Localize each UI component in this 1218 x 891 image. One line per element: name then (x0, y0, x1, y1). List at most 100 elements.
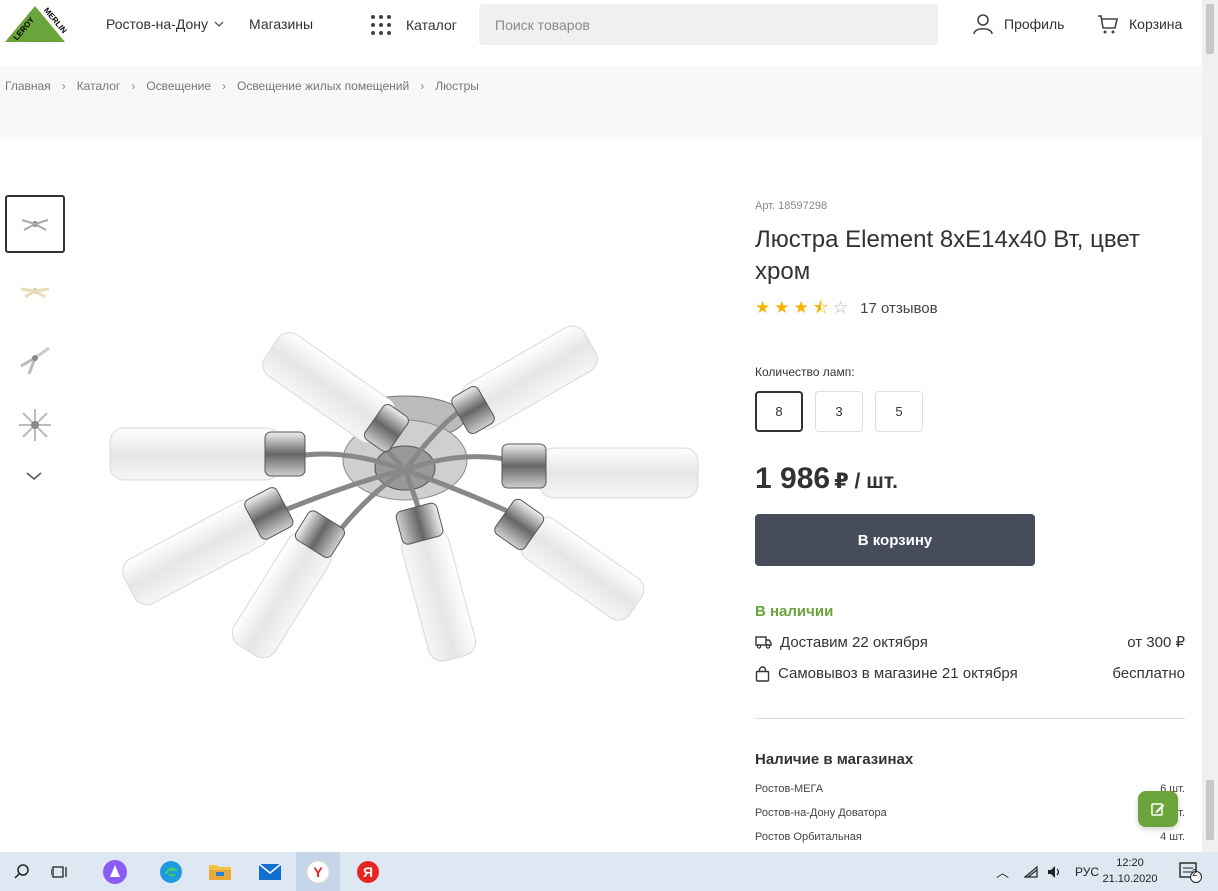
shops-link[interactable]: Магазины (249, 16, 313, 32)
lamps-count-label: Количество ламп: (755, 365, 855, 379)
add-to-cart-button[interactable]: В корзину (755, 514, 1035, 566)
city-selector[interactable]: Ростов-на-Дону (106, 16, 224, 32)
stores-availability-title: Наличие в магазинах (755, 751, 914, 768)
cart-label: Корзина (1129, 16, 1183, 32)
breadcrumb-item[interactable]: Освещение (146, 79, 211, 93)
chandelier-thumb-icon (21, 219, 49, 231)
volume-icon[interactable] (1047, 865, 1063, 879)
shopping-bag-icon (755, 665, 770, 682)
divider (755, 718, 1185, 719)
file-explorer-icon[interactable] (198, 852, 242, 891)
edge-browser-icon[interactable] (149, 852, 193, 891)
lamp-shade-top-right (451, 325, 598, 434)
notifications-count: 2 (1192, 868, 1198, 879)
product-price: 1 986 ₽ / шт. (755, 462, 898, 496)
lamp-option[interactable]: 3 (815, 391, 863, 432)
store-row[interactable]: Ростов-МЕГА 6 шт. (755, 783, 1185, 795)
task-view-icon[interactable] (38, 852, 82, 891)
star-empty-icon: ☆ (832, 298, 849, 317)
breadcrumb-item[interactable]: Люстры (435, 79, 479, 93)
chevron-down-icon[interactable] (25, 470, 43, 482)
delivery-price: от 300 ₽ (1127, 634, 1185, 651)
lamp-shade-right (501, 443, 699, 499)
chevron-right-icon: › (131, 79, 136, 93)
page-scrollbar[interactable] (1202, 0, 1218, 852)
windows-taskbar: Y Я ︿ РУС 2 (0, 852, 1218, 891)
chandelier-top-thumb-icon (19, 409, 51, 441)
product-title: Люстра Element 8хE14х40 Вт, цвет хром (755, 226, 1140, 285)
thumbnail-2[interactable] (5, 262, 65, 320)
pickup-price: бесплатно (1112, 665, 1185, 682)
language-indicator[interactable]: РУС (1075, 865, 1099, 879)
cart-button[interactable]: Корзина (1097, 13, 1182, 35)
svg-text:Y: Y (313, 864, 323, 880)
store-qty: 4 шт. (1160, 831, 1185, 843)
system-clock[interactable]: 12:20 21.10.2020 (1100, 855, 1160, 887)
catalog-label: Каталог (406, 17, 457, 33)
scrollbar-thumb[interactable] (1206, 4, 1214, 54)
breadcrumb: Главная › Каталог › Освещение › Освещени… (5, 79, 479, 93)
user-icon (973, 14, 993, 35)
lamp-shade-left (109, 427, 306, 481)
lamp-shade-bottom (395, 502, 477, 662)
leroy-merlin-logo[interactable]: LEROY MERLIN (3, 4, 67, 44)
thumbnail-4[interactable] (5, 396, 65, 454)
breadcrumb-item[interactable]: Каталог (77, 79, 121, 93)
truck-icon (755, 636, 772, 649)
grid-icon (371, 15, 391, 35)
yandex-browser-icon[interactable]: Y (296, 852, 340, 891)
star-full-icon: ★ (774, 298, 790, 317)
chevron-right-icon: › (61, 79, 66, 93)
site-header: LEROY MERLIN Ростов-на-Дону Магазины Кат… (0, 0, 1202, 66)
store-name: Ростов-на-Дону Доватора (755, 807, 887, 819)
chevron-right-icon: › (420, 79, 425, 93)
notifications-icon[interactable]: 2 (1168, 852, 1212, 891)
pickup-row: Самовывоз в магазине 21 октября бесплатн… (755, 665, 1185, 682)
star-full-icon: ★ (793, 298, 809, 317)
store-name: Ростов Орбитальная (755, 831, 862, 843)
lamp-option[interactable]: 8 (755, 391, 803, 432)
thumbnail-3[interactable] (5, 329, 65, 387)
chevron-right-icon: › (221, 79, 226, 93)
thumbnail-1[interactable] (5, 195, 65, 253)
store-name: Ростов-МЕГА (755, 783, 824, 795)
star-full-icon: ★ (755, 298, 771, 317)
lamp-shade-lower-right (494, 498, 645, 621)
profile-button[interactable]: Профиль (972, 13, 1064, 35)
price-value: 1 986 (755, 462, 831, 495)
stock-status: В наличии (755, 603, 834, 620)
feedback-button[interactable] (1138, 791, 1178, 827)
edit-icon (1151, 803, 1165, 816)
catalog-button[interactable]: Каталог (370, 14, 457, 36)
city-label: Ростов-на-Дону (106, 16, 208, 32)
chevron-up-icon[interactable]: ︿ (996, 862, 1009, 881)
store-row[interactable]: Ростов-на-Дону Доватора шт. (755, 807, 1185, 819)
yandex-icon[interactable]: Я (346, 852, 390, 891)
pickup-label: Самовывоз в магазине 21 октября (778, 665, 1018, 682)
reviews-link[interactable]: 17 отзывов (860, 300, 938, 317)
chandelier-lit-thumb-icon (20, 287, 50, 299)
article-number: Арт. 18597298 (755, 200, 828, 212)
delivery-row: Доставим 22 октября от 300 ₽ (755, 633, 1185, 651)
breadcrumb-item[interactable]: Освещение жилых помещений (237, 79, 409, 93)
image-thumbnails (5, 195, 65, 463)
cart-icon (1098, 15, 1118, 34)
breadcrumb-bar: Главная › Каталог › Освещение › Освещени… (0, 66, 1202, 137)
breadcrumb-item[interactable]: Главная (5, 79, 51, 93)
chevron-down-icon (214, 21, 224, 27)
clock-time: 12:20 (1116, 857, 1144, 869)
lamp-option[interactable]: 5 (875, 391, 923, 432)
lamps-count-options: 8 3 5 (755, 391, 923, 432)
mail-icon[interactable] (248, 852, 292, 891)
delivery-label: Доставим 22 октября (780, 633, 928, 651)
product-image[interactable] (100, 300, 710, 690)
scrollbar-thumb-lower[interactable] (1206, 780, 1214, 840)
svg-text:Я: Я (363, 864, 373, 880)
store-row[interactable]: Ростов Орбитальная 4 шт. (755, 831, 1185, 843)
star-half-icon: ⯪ (812, 298, 829, 317)
search-input[interactable] (479, 4, 938, 45)
profile-label: Профиль (1004, 16, 1065, 32)
product-rating[interactable]: ★ ★ ★ ⯪ ☆ 17 отзывов (755, 298, 938, 318)
alice-icon[interactable] (93, 852, 137, 891)
wifi-icon[interactable] (1023, 865, 1039, 879)
